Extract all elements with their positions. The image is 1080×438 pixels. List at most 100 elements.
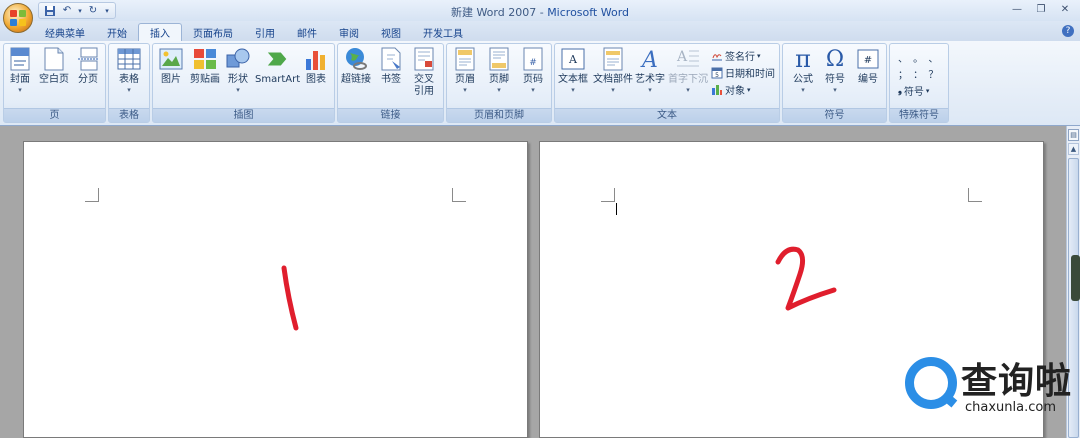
picture-button[interactable]: 图片	[159, 47, 183, 86]
chevron-down-icon: ▾	[747, 85, 751, 94]
wordart-label: 艺术字	[635, 74, 665, 85]
office-logo-icon	[10, 10, 26, 26]
svg-text:A: A	[568, 53, 578, 66]
shapes-button[interactable]: 形状 ▾	[226, 47, 250, 94]
restore-icon[interactable]: ❐	[1030, 2, 1052, 17]
object-button[interactable]: 对象 ▾	[711, 82, 751, 97]
chevron-down-icon: ▾	[833, 86, 837, 94]
symbol-button[interactable]: Ω 符号 ▾	[823, 46, 847, 95]
chevron-down-icon: ▾	[925, 86, 930, 95]
close-icon[interactable]: ✕	[1054, 2, 1076, 17]
blank-page-button[interactable]: 空白页	[39, 47, 69, 86]
date-time-button[interactable]: 5 日期和时间	[711, 65, 775, 80]
group-label-special-symbols: 特殊符号	[890, 108, 948, 122]
group-special-symbols: 、 。 、 ； ： ？ ❟ 符号 ▾ 特殊符号	[889, 43, 949, 123]
undo-dropdown-icon[interactable]: ▾	[77, 4, 83, 17]
cross-reference-label: 交叉 引用	[414, 74, 434, 98]
chevron-down-icon: ▾	[686, 86, 690, 94]
tab-references[interactable]: 引用	[244, 23, 286, 41]
quick-parts-button[interactable]: 文档部件 ▾	[593, 47, 633, 94]
chart-button[interactable]: 图表	[304, 47, 328, 86]
numbering-label: 编号	[858, 74, 878, 85]
smartart-icon	[266, 47, 290, 71]
group-label-illustrations: 插图	[153, 108, 334, 122]
title-bar: 新建 Word 2007 - Microsoft Word ↶ ▾ ↻ ▾ — …	[0, 0, 1080, 21]
scroll-up-icon[interactable]: ▲	[1068, 143, 1079, 155]
header-button[interactable]: 页眉 ▾	[453, 47, 477, 94]
cover-page-button[interactable]: 封面 ▾	[8, 47, 32, 94]
help-icon[interactable]: ?	[1062, 25, 1074, 37]
drop-cap-button[interactable]: A 首字下沉 ▾	[668, 47, 708, 94]
quick-access-toolbar: ↶ ▾ ↻ ▾	[38, 2, 116, 19]
view-ruler-icon[interactable]: ▤	[1068, 129, 1079, 141]
numbering-button[interactable]: # 编号	[856, 47, 880, 86]
hyperlink-button[interactable]: 超链接	[341, 47, 371, 86]
chevron-down-icon: ▾	[18, 86, 22, 94]
svg-text:#: #	[864, 55, 872, 66]
bookmark-label: 书签	[381, 74, 401, 85]
tab-mailings[interactable]: 邮件	[286, 23, 328, 41]
group-illustrations: 图片 剪贴画 形状 ▾ SmartArt 图表 插图	[152, 43, 335, 123]
margin-corner-mark	[601, 188, 615, 202]
table-button[interactable]: 表格 ▾	[117, 47, 141, 94]
special-symbols-row-2[interactable]: ； ： ？	[898, 66, 939, 81]
page-break-icon	[76, 47, 100, 71]
shapes-icon	[226, 47, 250, 71]
redo-icon[interactable]: ↻	[86, 4, 100, 17]
page-break-button[interactable]: 分页	[76, 47, 100, 86]
tab-page-layout[interactable]: 页面布局	[182, 23, 244, 41]
textbox-button[interactable]: A 文本框 ▾	[558, 47, 588, 94]
office-button[interactable]	[3, 3, 33, 33]
equation-button[interactable]: π 公式 ▾	[791, 45, 815, 94]
tab-home[interactable]: 开始	[96, 23, 138, 41]
group-pages: 封面 ▾ 空白页 分页 页	[3, 43, 106, 123]
undo-icon[interactable]: ↶	[60, 4, 74, 17]
group-label-tables: 表格	[109, 108, 149, 122]
chevron-down-icon: ▾	[463, 86, 467, 94]
group-label-text: 文本	[555, 108, 779, 122]
side-handle	[1071, 255, 1080, 301]
textbox-label: 文本框	[558, 74, 588, 85]
clipart-button[interactable]: 剪贴画	[190, 47, 220, 86]
omega-icon: Ω	[825, 46, 845, 72]
group-symbols: π 公式 ▾ Ω 符号 ▾ # 编号 符号	[782, 43, 887, 123]
hyperlink-label: 超链接	[341, 74, 371, 85]
tab-classic-menu[interactable]: 经典菜单	[34, 23, 96, 41]
picture-icon	[159, 47, 183, 71]
signature-line-label: 签名行	[725, 52, 755, 63]
page-1[interactable]	[23, 141, 528, 438]
save-icon[interactable]	[43, 4, 57, 17]
shapes-label: 形状	[228, 74, 248, 85]
header-icon	[453, 47, 477, 71]
table-icon	[117, 47, 141, 71]
cross-reference-icon	[412, 47, 436, 71]
chart-icon	[304, 47, 328, 71]
watermark-brand: 查询啦	[961, 361, 1073, 402]
page-number-button[interactable]: # 页码 ▾	[521, 47, 545, 94]
pi-icon: π	[795, 45, 811, 73]
globe-link-icon	[344, 47, 368, 71]
clipart-icon	[193, 47, 217, 71]
tab-view[interactable]: 视图	[370, 23, 412, 41]
cross-reference-button[interactable]: 交叉 引用	[412, 47, 436, 98]
chevron-down-icon: ▾	[648, 86, 652, 94]
cover-page-label: 封面	[10, 74, 30, 85]
special-symbol-button[interactable]: ❟ 符号 ▾	[898, 83, 929, 98]
wordart-button[interactable]: A 艺术字 ▾	[635, 47, 665, 94]
page-break-label: 分页	[78, 74, 98, 85]
tab-developer[interactable]: 开发工具	[412, 23, 474, 41]
tab-review[interactable]: 审阅	[328, 23, 370, 41]
group-text: A 文本框 ▾ 文档部件 ▾ A 艺术字 ▾ A 首字下沉 ▾ 签名行 ▾ 5 …	[554, 43, 780, 123]
smartart-button[interactable]: SmartArt	[255, 47, 300, 86]
signature-line-icon	[711, 50, 723, 62]
textbox-icon: A	[561, 47, 585, 71]
footer-button[interactable]: 页脚 ▾	[487, 47, 511, 94]
bookmark-button[interactable]: 书签	[379, 47, 403, 86]
tab-insert[interactable]: 插入	[138, 23, 182, 41]
document-title: 新建 Word 2007	[450, 6, 537, 19]
special-symbols-row-1[interactable]: 、 。 、	[898, 50, 939, 65]
signature-line-button[interactable]: 签名行 ▾	[711, 48, 761, 63]
minimize-icon[interactable]: —	[1006, 2, 1028, 17]
customize-qat-icon[interactable]: ▾	[103, 4, 111, 17]
application-title: Microsoft Word	[547, 6, 630, 19]
